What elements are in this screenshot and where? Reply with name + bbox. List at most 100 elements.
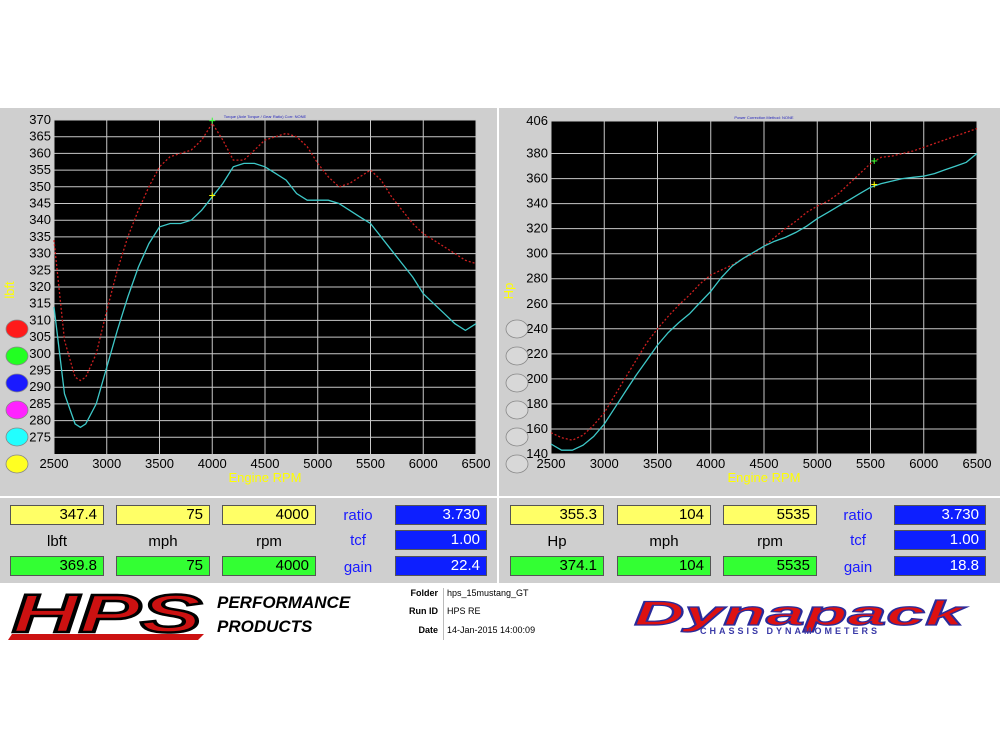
readout-left-rpm: 4000 — [222, 505, 316, 525]
torque-xtick-label: 5000 — [303, 456, 332, 471]
torque-ytick-label: 280 — [29, 413, 51, 428]
torque-ytick-label: 345 — [29, 196, 51, 211]
readout-right-label-hp: Hp — [547, 533, 567, 550]
torque-xtick-label: 4500 — [251, 456, 280, 471]
power-xtick-label: 6500 — [963, 456, 992, 471]
power-ytick-label: 406 — [526, 113, 548, 128]
torque-ytick-label: 335 — [29, 229, 51, 244]
readout-right-gain-label: gain — [843, 559, 873, 576]
torque-ytick-label: 350 — [29, 179, 51, 194]
power-xtick-label: 3000 — [590, 456, 619, 471]
readout-right-gain: 18.8 — [894, 556, 986, 576]
power-title: Power Correction Method: NONE — [734, 115, 793, 120]
power-ytick-label: 340 — [526, 196, 548, 211]
readout-right-peak-power: 374.1 — [510, 556, 604, 576]
torque-ytick-label: 315 — [29, 296, 51, 311]
readout-right-ratio-label: ratio — [843, 507, 873, 524]
torque-ytick-label: 370 — [29, 112, 51, 127]
power-chart: Power Correction Method: NONE2500 3000 350… — [501, 113, 992, 485]
readout-left-gain: 22.4 — [395, 556, 487, 576]
torque-ytick-label: 310 — [29, 312, 51, 327]
readout-left-label-mph: mph — [148, 533, 178, 550]
power-legend-swatch — [505, 400, 529, 420]
run-id-label: Run ID — [409, 606, 438, 616]
torque-xtick-label: 6000 — [409, 456, 438, 471]
power-legend-swatch — [505, 454, 529, 474]
hps-logo-text: HPS — [12, 590, 202, 642]
readout-right-rpm: 5535 — [723, 505, 817, 525]
readout-right: 355.3 104 5535 Hp mph rpm 374.1 104 5535… — [499, 498, 1000, 583]
torque-ytick-label: 305 — [29, 329, 51, 344]
readout-left-peak-torque: 369.8 — [10, 556, 104, 576]
power-xtick-label: 4500 — [750, 456, 779, 471]
torque-legend-swatch — [5, 454, 29, 474]
date-value: 14-Jan-2015 14:00:09 — [447, 625, 536, 635]
power-ytick-label: 360 — [526, 171, 548, 186]
power-ytick-label: 180 — [526, 396, 548, 411]
readout-left: 347.4 75 4000 lbft mph rpm 369.8 75 4000… — [0, 498, 497, 583]
power-ytick-label: 300 — [526, 246, 548, 261]
readout-right-peak-mph: 104 — [617, 556, 711, 576]
readout-left-peak-mph: 75 — [116, 556, 210, 576]
power-ytick-label: 320 — [526, 221, 548, 236]
power-xtick-label: 3500 — [643, 456, 672, 471]
folder-value: hps_15mustang_GT — [447, 588, 529, 598]
torque-ytick-label: 285 — [29, 396, 51, 411]
torque-ytick-label: 295 — [29, 363, 51, 378]
readout-right-tcf: 1.00 — [894, 530, 986, 550]
power-ytick-label: 200 — [526, 371, 548, 386]
torque-title: Torque (Axle Torque / Gear Ratio) Corr: … — [224, 114, 307, 119]
readout-left-mph: 75 — [116, 505, 210, 525]
torque-legend-swatch — [5, 373, 29, 393]
torque-ytick-label: 330 — [29, 246, 51, 261]
torque-legend-swatch — [5, 400, 29, 420]
power-xtick-label: 5000 — [803, 456, 832, 471]
torque-ytick-label: 290 — [29, 379, 51, 394]
readout-left-torque: 347.4 — [10, 505, 104, 525]
readout-left-tcf-label: tcf — [350, 532, 366, 549]
readout-left-label-lbft: lbft — [46, 533, 67, 550]
torque-xtick-label: 4000 — [198, 456, 227, 471]
torque-ytick-label: 355 — [29, 162, 51, 177]
torque-x-axis-title: Engine RPM — [229, 470, 302, 485]
power-legend-swatch — [505, 427, 529, 447]
torque-y-axis-title: lbft — [2, 281, 17, 299]
readout-right-ratio: 3.730 — [894, 505, 986, 525]
torque-ytick-label: 365 — [29, 129, 51, 144]
torque-ytick-label: 340 — [29, 212, 51, 227]
power-ytick-label: 220 — [526, 346, 548, 361]
hps-logo-line1: PERFORMANCE — [217, 593, 351, 612]
torque-xtick-label: 3000 — [92, 456, 121, 471]
readout-right-tcf-label: tcf — [850, 532, 866, 549]
torque-legend-swatch — [5, 346, 29, 366]
readout-right-label-mph: mph — [649, 533, 679, 550]
readout-right-mph: 104 — [617, 505, 711, 525]
readout-right-power: 355.3 — [510, 505, 604, 525]
torque-ytick-label: 320 — [29, 279, 51, 294]
torque-xtick-label: 5500 — [356, 456, 385, 471]
power-x-axis-title: Engine RPM — [728, 470, 801, 485]
torque-chart: Torque (Axle Torque / Gear Ratio) Corr: … — [2, 112, 491, 485]
power-legend-swatch — [505, 373, 529, 393]
power-ytick-label: 280 — [526, 271, 548, 286]
readout-left-gain-label: gain — [343, 559, 373, 576]
torque-legend-swatch — [5, 427, 29, 447]
readout-left-label-rpm: rpm — [256, 533, 282, 550]
date-label: Date — [418, 625, 438, 635]
power-xtick-label: 4000 — [696, 456, 725, 471]
torque-xtick-label: 6500 — [462, 456, 491, 471]
readout-left-ratio: 3.730 — [395, 505, 487, 525]
power-xtick-label: 5500 — [856, 456, 885, 471]
footer-divider — [443, 588, 444, 640]
readout-left-tcf: 1.00 — [395, 530, 487, 550]
power-ytick-label: 240 — [526, 321, 548, 336]
power-legend-swatch — [505, 346, 529, 366]
power-legend-swatch — [505, 319, 529, 339]
power-ytick-label: 140 — [526, 446, 548, 461]
torque-ytick-label: 300 — [29, 346, 51, 361]
torque-xtick-label: 2500 — [40, 456, 69, 471]
hps-logo-line2: PRODUCTS — [217, 617, 313, 636]
readout-left-peak-rpm: 4000 — [222, 556, 316, 576]
readout-right-label-rpm: rpm — [757, 533, 783, 550]
power-xtick-label: 6000 — [909, 456, 938, 471]
